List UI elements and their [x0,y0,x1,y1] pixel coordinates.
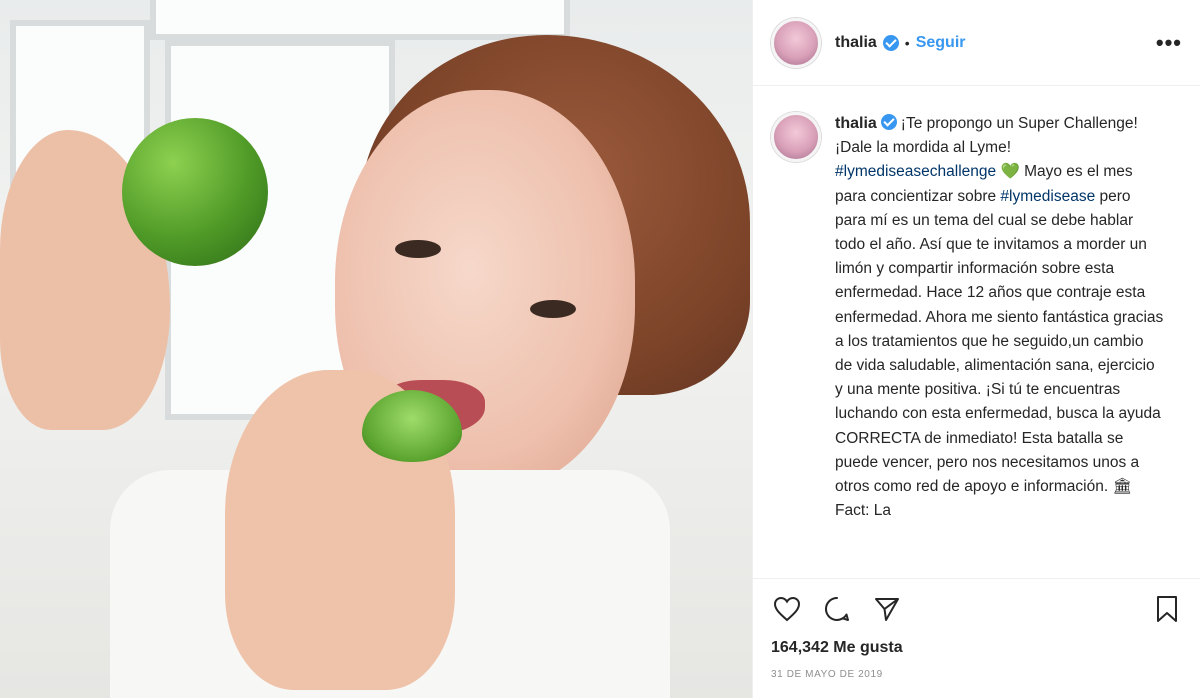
caption-avatar[interactable] [771,112,821,162]
post-actions: 164,342 Me gusta 31 DE MAYO DE 2019 [753,578,1200,698]
hashtag-lymediseasechallenge[interactable]: #lymediseasechallenge [835,163,996,180]
post-side-panel: thalia • Seguir ••• thalia ¡Te propongo u… [752,0,1200,698]
hashtag-lymedisease[interactable]: #lymedisease [1000,188,1095,205]
heart-icon[interactable] [771,593,803,625]
action-icons-row [771,579,1183,639]
caption-username[interactable]: thalia [835,115,877,132]
comment-icon[interactable] [821,593,853,625]
window-pane-top [150,0,570,40]
more-options-icon[interactable]: ••• [1156,30,1182,56]
caption-text: thalia ¡Te propongo un Super Challenge! ¡… [835,112,1165,578]
building-emoji-icon: 🏛 [1112,478,1133,496]
follow-button[interactable]: Seguir [916,34,966,52]
caption-area: thalia ¡Te propongo un Super Challenge! ¡… [753,86,1200,578]
eye-left [395,240,441,258]
verified-badge-icon [882,34,899,51]
eye-right [530,300,576,318]
post-date[interactable]: 31 DE MAYO DE 2019 [771,669,1183,680]
likes-count[interactable]: 164,342 Me gusta [771,639,1183,657]
header-separator: • [904,34,910,51]
post-header: thalia • Seguir ••• [753,0,1200,86]
bookmark-icon[interactable] [1151,593,1183,625]
green-heart-emoji-icon: 💚 [1000,163,1020,181]
caption-verified-badge-icon [880,114,897,130]
post-photo[interactable] [0,0,752,698]
avatar[interactable] [771,17,821,68]
header-username[interactable]: thalia [835,34,877,52]
whole-lime [122,118,268,266]
caption-text-4: Fact: La [835,502,891,520]
share-icon[interactable] [871,593,903,625]
caption-text-3: pero para mí es un tema del cual se debe… [835,187,1164,496]
